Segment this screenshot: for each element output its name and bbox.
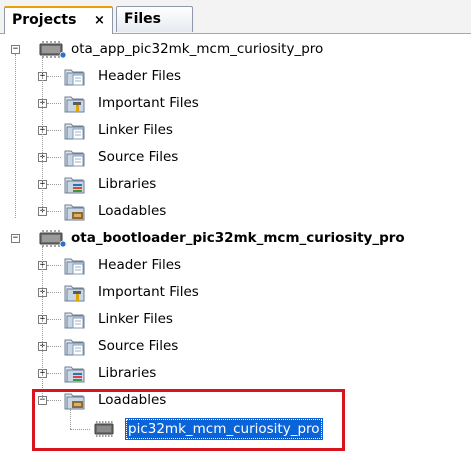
folder-node[interactable]: + Libraries bbox=[0, 173, 471, 195]
folder-icon bbox=[64, 147, 86, 174]
folder-label: Loadables bbox=[98, 203, 167, 219]
tree-connector bbox=[47, 130, 61, 131]
folder-label: Source Files bbox=[98, 338, 179, 354]
folder-node[interactable]: + Important Files bbox=[0, 281, 471, 303]
folder-label: Header Files bbox=[98, 257, 182, 273]
folder-label: Header Files bbox=[98, 68, 182, 84]
highlight-box bbox=[32, 389, 345, 451]
folder-node[interactable]: + Libraries bbox=[0, 362, 471, 384]
tree-connector bbox=[42, 56, 43, 211]
folder-label: Libraries bbox=[98, 176, 157, 192]
tree-connector bbox=[42, 245, 43, 400]
folder-icon bbox=[64, 336, 86, 363]
folder-icon bbox=[64, 309, 86, 336]
close-icon[interactable]: × bbox=[94, 8, 105, 33]
collapse-icon[interactable]: − bbox=[11, 45, 20, 54]
project-name: ota_bootloader_pic32mk_mcm_curiosity_pro bbox=[71, 230, 405, 246]
folder-node[interactable]: + Loadables bbox=[0, 200, 471, 222]
folder-node[interactable]: + Linker Files bbox=[0, 119, 471, 141]
tree-connector bbox=[47, 265, 61, 266]
folder-node[interactable]: + Source Files bbox=[0, 146, 471, 168]
tree-connector bbox=[47, 184, 61, 185]
tab-bar: Projects × Files bbox=[0, 0, 471, 34]
libraries-folder-icon bbox=[64, 363, 86, 390]
folder-node[interactable]: + Source Files bbox=[0, 335, 471, 357]
libraries-folder-icon bbox=[64, 174, 86, 201]
tab-projects-label: Projects bbox=[12, 12, 77, 28]
project-node[interactable]: − ota_bootloader_pic32mk_mcm_curiosity_pr… bbox=[0, 227, 471, 249]
tree-connector bbox=[47, 211, 61, 212]
tree-connector bbox=[47, 319, 61, 320]
folder-node[interactable]: + Header Files bbox=[0, 254, 471, 276]
folder-label: Important Files bbox=[98, 95, 199, 111]
folder-node[interactable]: + Important Files bbox=[0, 92, 471, 114]
tree-connector bbox=[47, 373, 61, 374]
tree-connector bbox=[47, 346, 61, 347]
collapse-icon[interactable]: − bbox=[11, 234, 20, 243]
loadables-folder-icon bbox=[64, 201, 86, 228]
project-node[interactable]: − ota_app_pic32mk_mcm_curiosity_pro bbox=[0, 38, 471, 60]
folder-node[interactable]: + Header Files bbox=[0, 65, 471, 87]
tab-files[interactable]: Files bbox=[116, 6, 193, 32]
folder-icon bbox=[64, 120, 86, 147]
folder-node[interactable]: + Linker Files bbox=[0, 308, 471, 330]
tab-projects[interactable]: Projects × bbox=[4, 6, 113, 34]
important-folder-icon bbox=[64, 93, 86, 120]
folder-label: Libraries bbox=[98, 365, 157, 381]
folder-label: Source Files bbox=[98, 149, 179, 165]
tab-files-label: Files bbox=[124, 11, 161, 27]
tree-connector bbox=[47, 76, 61, 77]
tree-connector bbox=[47, 157, 61, 158]
tree-connector bbox=[15, 54, 16, 218]
important-folder-icon bbox=[64, 282, 86, 309]
folder-icon bbox=[64, 66, 86, 93]
tree-connector bbox=[47, 103, 61, 104]
project-name: ota_app_pic32mk_mcm_curiosity_pro bbox=[71, 41, 324, 57]
tree-connector bbox=[47, 292, 61, 293]
folder-label: Important Files bbox=[98, 284, 199, 300]
folder-icon bbox=[64, 255, 86, 282]
folder-label: Linker Files bbox=[98, 122, 173, 138]
folder-label: Linker Files bbox=[98, 311, 173, 327]
